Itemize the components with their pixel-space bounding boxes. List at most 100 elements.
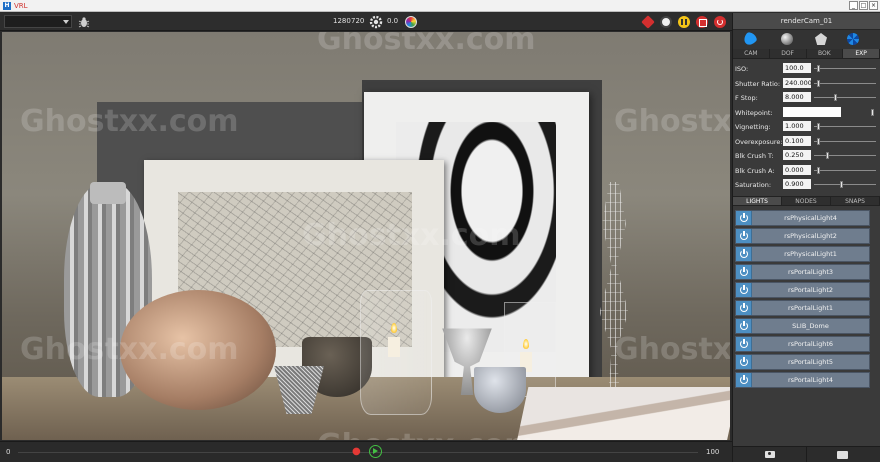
app-icon: H [3, 2, 11, 10]
light-name: rsPhysicalLight4 [784, 213, 837, 222]
overexposure-field[interactable]: 0.100 [783, 135, 811, 146]
snapshot-button[interactable] [733, 447, 807, 462]
shutter-ratio-field[interactable]: 240.000 [783, 77, 812, 88]
slider-thumb[interactable] [825, 152, 829, 159]
sphere-icon[interactable] [781, 33, 793, 45]
panel-title: renderCam_01 [733, 13, 880, 30]
maximize-button[interactable]: □ [859, 1, 868, 10]
light-item[interactable]: rsPhysicalLight2 [735, 227, 870, 244]
param-vignetting: Vignetting: 1.000 [733, 120, 880, 135]
power-icon[interactable] [736, 336, 752, 351]
overexposure-slider[interactable] [814, 137, 876, 145]
iso-field[interactable]: 100.0 [783, 63, 811, 73]
light-name: rsPortalLight1 [787, 303, 834, 312]
refresh-icon[interactable] [714, 16, 726, 28]
resolution-width: 1280 [333, 17, 351, 25]
power-icon[interactable] [736, 228, 752, 243]
stop-icon[interactable] [696, 16, 708, 28]
power-icon[interactable] [736, 300, 752, 315]
close-button[interactable]: × [869, 1, 878, 10]
aperture-icon[interactable] [847, 33, 859, 45]
render-viewport[interactable]: Ghostxx.com Ghostxx.com Ghostxx.com Ghos… [2, 32, 730, 440]
saturation-slider[interactable] [814, 181, 876, 188]
cube-icon[interactable] [641, 15, 655, 29]
param-saturation: Saturation: 0.900 [733, 178, 880, 193]
light-item[interactable]: rsPortalLight2 [735, 281, 870, 298]
saturation-field[interactable]: 0.900 [783, 179, 811, 189]
title-bar: H VRL _ □ × [0, 0, 880, 12]
param-overexposure: Overexposure: 0.100 [733, 135, 880, 150]
power-icon[interactable] [736, 372, 752, 387]
whitepoint-color-swatch[interactable] [783, 106, 841, 117]
blk-crush-t-field[interactable]: 0.250 [783, 150, 811, 160]
power-icon[interactable] [736, 264, 752, 279]
f-stop-slider[interactable] [814, 94, 876, 101]
f-stop-field[interactable]: 8.000 [783, 92, 811, 102]
color-wheel-icon[interactable] [405, 16, 417, 28]
camera-icon [765, 451, 775, 458]
param-label: Blk Crush T: [735, 152, 774, 160]
settings-icon[interactable] [660, 16, 672, 28]
slider-thumb[interactable] [816, 166, 820, 174]
blk-crush-t-slider[interactable] [814, 152, 876, 159]
slider-thumb[interactable] [840, 181, 844, 188]
tab-snaps[interactable]: SNAPS [831, 196, 880, 205]
power-icon[interactable] [736, 354, 752, 369]
blk-crush-a-slider[interactable] [814, 166, 876, 174]
tab-exp[interactable]: EXP [843, 49, 880, 58]
power-icon[interactable] [736, 246, 752, 261]
open-folder-button[interactable] [807, 447, 880, 462]
slider-thumb[interactable] [816, 79, 820, 87]
pause-icon[interactable] [678, 16, 690, 28]
power-icon[interactable] [736, 210, 752, 225]
watermark: Ghostxx.com [317, 428, 536, 440]
minimize-button[interactable]: _ [849, 1, 858, 10]
tab-dof[interactable]: DOF [770, 49, 807, 58]
light-item[interactable]: rsPhysicalLight4 [735, 209, 870, 226]
slider-thumb[interactable] [816, 137, 820, 145]
light-item[interactable]: rsPortalLight4 [735, 371, 870, 388]
watermark: Ghostxx.com [20, 104, 239, 139]
tab-lights[interactable]: LIGHTS [733, 196, 782, 205]
light-name: rsPortalLight6 [787, 339, 834, 348]
camera-tabs: CAM DOF BOK EXP [733, 49, 880, 59]
whitepoint-slider-thumb[interactable] [871, 108, 874, 116]
pentagon-icon[interactable] [815, 33, 827, 45]
light-item[interactable]: rsPortalLight5 [735, 353, 870, 370]
record-icon[interactable]: ● [352, 446, 364, 458]
tab-nodes[interactable]: NODES [782, 196, 831, 205]
gear-icon[interactable] [369, 15, 383, 29]
param-label: Blk Crush A: [735, 166, 775, 175]
light-item[interactable]: rsPortalLight1 [735, 299, 870, 316]
vignetting-slider[interactable] [814, 123, 876, 130]
vignetting-field[interactable]: 1.000 [783, 121, 811, 131]
start-frame: 0 [6, 448, 11, 456]
param-label: Saturation: [735, 181, 772, 189]
slider-thumb[interactable] [816, 123, 820, 130]
param-shutter-ratio: Shutter Ratio: 240.000 [733, 77, 880, 92]
power-icon[interactable] [736, 282, 752, 297]
blk-crush-a-field[interactable]: 0.000 [783, 164, 811, 175]
light-item[interactable]: rsPortalLight6 [735, 335, 870, 352]
slider-thumb[interactable] [816, 65, 820, 72]
folder-icon [837, 451, 848, 459]
light-name: rsPortalLight2 [787, 285, 834, 294]
param-label: Whitepoint: [735, 108, 773, 117]
end-frame: 100 [706, 448, 720, 456]
param-blk-crush-a: Blk Crush A: 0.000 [733, 164, 880, 179]
play-icon[interactable] [369, 445, 382, 458]
tab-bok[interactable]: BOK [807, 49, 844, 58]
slider-thumb[interactable] [834, 94, 838, 101]
lens-icon[interactable] [741, 30, 759, 48]
camera-select[interactable] [4, 15, 72, 28]
iso-slider[interactable] [814, 65, 876, 72]
bug-icon[interactable] [78, 16, 90, 28]
light-item[interactable]: rsPortalLight3 [735, 263, 870, 280]
tab-cam[interactable]: CAM [733, 49, 770, 58]
light-item[interactable]: SLIB_Dome [735, 317, 870, 334]
power-icon[interactable] [736, 318, 752, 333]
magazine-stack [515, 387, 730, 440]
shutter-ratio-slider[interactable] [814, 79, 876, 87]
light-item[interactable]: rsPhysicalLight1 [735, 245, 870, 262]
watermark: Ghostxx.com [614, 332, 730, 367]
